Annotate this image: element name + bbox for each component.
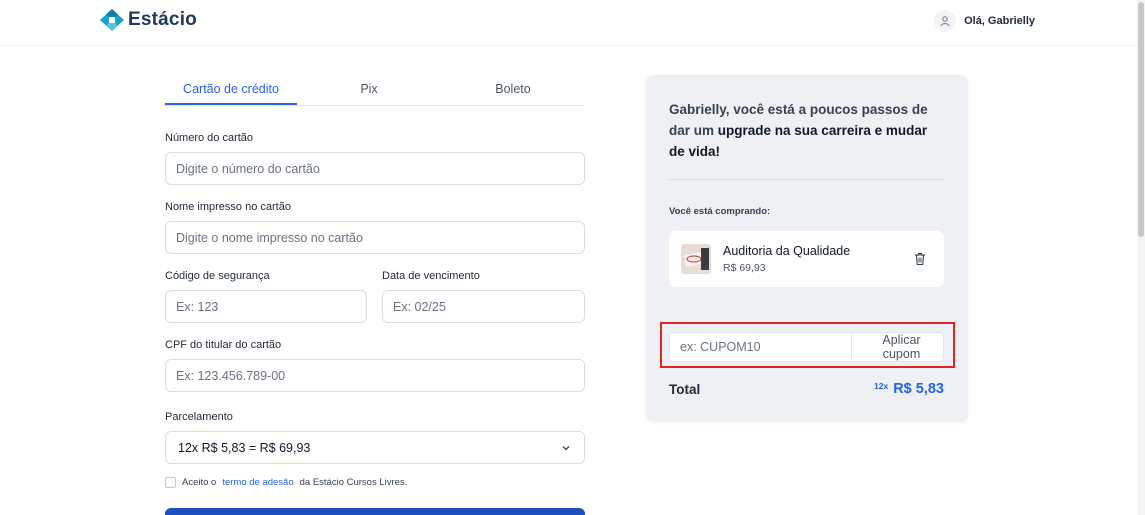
user-greeting: Olá, Gabrielly xyxy=(964,15,1035,27)
card-number-label: Número do cartão xyxy=(165,132,254,144)
order-summary-panel: Gabrielly, você está a poucos passos de … xyxy=(646,75,968,422)
expiry-input[interactable] xyxy=(382,290,585,323)
product-price: R$ 69,93 xyxy=(723,262,766,274)
buying-label: Você está comprando: xyxy=(669,206,771,217)
terms-checkbox[interactable] xyxy=(165,477,176,488)
product-name: Auditoria da Qualidade xyxy=(723,244,851,258)
terms-suffix: da Estácio Cursos Livres. xyxy=(299,477,408,488)
apply-coupon-button[interactable]: Aplicar cupom xyxy=(851,333,943,361)
user-avatar xyxy=(934,10,957,32)
installments-selected-value: 12x R$ 5,83 = R$ 69,93 xyxy=(178,440,311,455)
terms-prefix: Aceito o xyxy=(182,477,217,488)
submit-payment-button[interactable] xyxy=(165,508,585,515)
total-value: 12x R$ 5,83 xyxy=(874,381,944,397)
security-code-input[interactable] xyxy=(165,290,367,323)
summary-divider xyxy=(669,179,944,180)
terms-link[interactable]: termo de adesão xyxy=(222,477,293,488)
tab-credit-card[interactable]: Cartão de crédito xyxy=(165,73,297,105)
page-scrollbar[interactable] xyxy=(1137,0,1145,515)
total-installments: 12x xyxy=(874,381,889,391)
product-card: Auditoria da Qualidade R$ 69,93 xyxy=(669,231,944,287)
brand-logo[interactable]: Estácio xyxy=(100,9,197,31)
coupon-field: Aplicar cupom xyxy=(669,332,944,362)
installments-label: Parcelamento xyxy=(165,411,233,423)
tab-boleto[interactable]: Boleto xyxy=(441,73,585,105)
trash-icon[interactable] xyxy=(914,252,926,266)
user-icon xyxy=(940,16,950,27)
summary-title: Gabrielly, você está a poucos passos de … xyxy=(669,99,944,162)
tab-pix[interactable]: Pix xyxy=(297,73,441,105)
expiry-label: Data de vencimento xyxy=(382,270,480,282)
chevron-down-icon xyxy=(562,445,570,450)
product-image xyxy=(681,244,711,274)
estacio-logo-icon xyxy=(100,9,124,31)
user-menu[interactable]: Olá, Gabrielly xyxy=(934,10,1035,32)
product-thumbnail xyxy=(681,244,711,274)
cpf-label: CPF do titular do cartão xyxy=(165,339,282,351)
total-amount: R$ 5,83 xyxy=(893,381,944,397)
payment-method-tabs: Cartão de crédito Pix Boleto xyxy=(165,73,585,106)
top-bar: Estácio Olá, Gabrielly xyxy=(0,0,1137,46)
coupon-input[interactable] xyxy=(670,333,851,361)
security-code-label: Código de segurança xyxy=(165,270,270,282)
installments-select[interactable]: 12x R$ 5,83 = R$ 69,93 xyxy=(165,431,585,464)
total-label: Total xyxy=(669,382,701,397)
card-number-input[interactable] xyxy=(165,152,585,185)
card-name-label: Nome impresso no cartão xyxy=(165,201,291,213)
cpf-input[interactable] xyxy=(165,359,585,392)
terms-row: Aceito o termo de adesão da Estácio Curs… xyxy=(165,477,407,488)
scrollbar-thumb[interactable] xyxy=(1138,2,1144,237)
card-name-input[interactable] xyxy=(165,221,585,254)
brand-name: Estácio xyxy=(128,9,197,30)
